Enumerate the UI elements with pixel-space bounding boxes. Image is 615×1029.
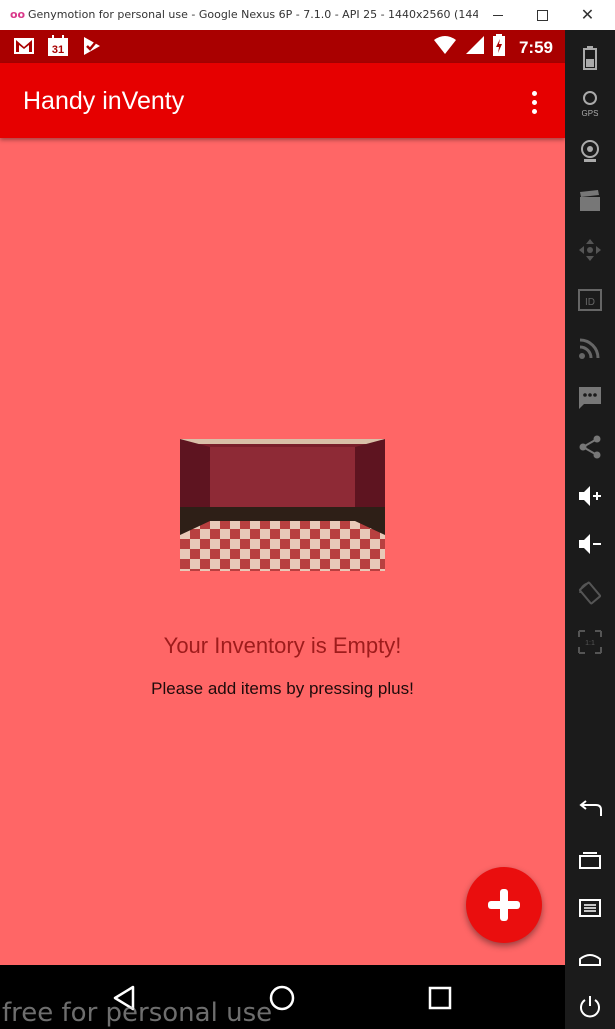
more-vert-icon[interactable] [519,85,549,119]
clapperboard-icon[interactable] [565,181,615,221]
rotate-icon[interactable] [565,573,615,613]
window-titlebar: oo Genymotion for personal use - Google … [0,0,615,31]
svg-text:GPS: GPS [582,109,599,118]
id-icon[interactable]: ID [565,280,615,320]
svg-text:ID: ID [585,297,595,308]
svg-text:31: 31 [52,44,64,56]
minimize-button[interactable] [475,0,520,30]
battery-charging-icon [492,34,505,61]
status-clock: 7:59 [518,37,553,57]
plus-icon [488,889,520,921]
battery-icon[interactable] [565,38,615,78]
volume-down-icon[interactable] [565,524,615,564]
device-screen: 31 7:59 Handy inVenty Your Inventory is … [0,30,565,1029]
power-icon[interactable] [565,987,615,1027]
app-bar: Handy inVenty [0,63,565,138]
dpad-icon[interactable] [565,230,615,270]
close-button[interactable]: ✕ [565,0,610,30]
signal-icon [465,35,485,60]
app-title: Handy inVenty [23,87,185,115]
gmail-icon [12,35,36,57]
empty-room-image [180,439,385,571]
svg-text:1:1: 1:1 [585,640,595,647]
empty-state-title: Your Inventory is Empty! [163,633,402,658]
calendar-icon: 31 [46,35,70,57]
back-icon[interactable] [565,790,615,830]
menu-icon[interactable] [565,888,615,928]
volume-up-icon[interactable] [565,476,615,516]
maximize-button[interactable] [520,0,565,30]
task-check-icon [80,35,104,57]
recents-icon[interactable] [565,840,615,880]
rss-icon[interactable] [565,328,615,368]
recents-icon[interactable] [420,981,460,1015]
sms-icon[interactable] [565,378,615,418]
emulator-sidebar: GPS ID 1:1 [565,30,615,1029]
watermark-text: free for personal use [2,998,273,1028]
scale-icon[interactable]: 1:1 [565,622,615,662]
window-title: Genymotion for personal use - Google Nex… [28,8,478,21]
home-icon[interactable] [565,938,615,978]
gps-icon[interactable]: GPS [565,83,615,123]
genymotion-icon: oo [10,8,26,21]
status-bar: 31 7:59 [0,30,565,63]
webcam-icon[interactable] [565,131,615,171]
add-item-button[interactable] [466,867,542,943]
empty-state-subtitle: Please add items by pressing plus! [151,679,414,698]
wifi-icon [433,35,457,60]
share-icon[interactable] [565,427,615,467]
